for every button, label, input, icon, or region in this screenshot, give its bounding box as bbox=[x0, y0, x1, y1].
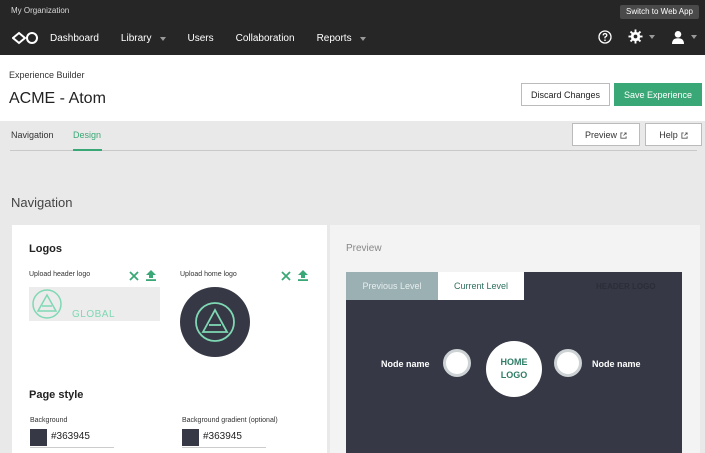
external-link-icon bbox=[681, 131, 688, 139]
switch-to-web-app-button[interactable]: Switch to Web App bbox=[620, 5, 699, 19]
node-name-right: Node name bbox=[592, 359, 641, 369]
help-icon bbox=[598, 29, 612, 44]
gradient-input-underline bbox=[182, 447, 266, 448]
node-left[interactable] bbox=[443, 349, 471, 377]
user-icon bbox=[672, 30, 684, 44]
atom-logo-icon bbox=[195, 302, 235, 342]
organization-name: My Organization bbox=[11, 6, 70, 15]
design-settings-card: Logos Upload header logo GLOBAL Upload h… bbox=[12, 225, 327, 453]
chevron-down-icon bbox=[159, 37, 166, 41]
background-color-input[interactable]: #363945 bbox=[51, 431, 90, 442]
tab-design[interactable]: Design bbox=[73, 130, 101, 140]
nav-item-users[interactable]: Users bbox=[188, 31, 214, 47]
settings-button[interactable] bbox=[628, 29, 655, 44]
header-logo-placeholder: HEADER LOGO bbox=[596, 282, 656, 291]
page-style-heading: Page style bbox=[29, 389, 84, 401]
background-color-swatch[interactable] bbox=[30, 429, 47, 446]
brand-logo-icon[interactable] bbox=[12, 31, 40, 45]
node-right[interactable] bbox=[554, 349, 582, 377]
node-name-left: Node name bbox=[381, 359, 430, 369]
nav-item-dashboard[interactable]: Dashboard bbox=[50, 31, 99, 47]
tab-divider bbox=[10, 150, 697, 151]
logos-heading: Logos bbox=[29, 243, 62, 255]
section-title: Navigation bbox=[11, 195, 73, 210]
gradient-color-input[interactable]: #363945 bbox=[203, 431, 242, 442]
tab-bar: Navigation Design Preview Help bbox=[0, 121, 705, 152]
gear-icon bbox=[628, 29, 643, 44]
atom-logo-icon bbox=[32, 289, 62, 319]
save-experience-button[interactable]: Save Experience bbox=[614, 83, 702, 106]
page-title: ACME - Atom bbox=[9, 90, 106, 107]
chevron-down-icon bbox=[691, 34, 697, 39]
external-link-icon bbox=[620, 131, 627, 139]
active-tab-indicator bbox=[73, 149, 102, 151]
preview-heading: Preview bbox=[346, 243, 382, 254]
nav-item-library[interactable]: Library bbox=[121, 31, 166, 47]
previous-level-tab[interactable]: Previous Level bbox=[346, 272, 438, 300]
remove-home-logo-icon[interactable] bbox=[281, 271, 291, 281]
header-logo-preview[interactable]: GLOBAL bbox=[29, 287, 160, 321]
breadcrumb: Experience Builder bbox=[9, 70, 85, 80]
background-gradient-label: Background gradient (optional) bbox=[182, 417, 278, 424]
main-nav: Dashboard Library Users Collaboration Re… bbox=[50, 31, 388, 47]
nav-item-reports[interactable]: Reports bbox=[317, 31, 366, 47]
page-header: Experience Builder ACME - Atom Discard C… bbox=[0, 55, 705, 121]
help-page-button[interactable]: Help bbox=[645, 123, 702, 146]
current-level-tab[interactable]: Current Level bbox=[438, 272, 524, 300]
home-logo-node[interactable]: HOME LOGO bbox=[486, 341, 542, 397]
upload-home-logo-icon[interactable] bbox=[298, 270, 308, 281]
upload-home-logo-label: Upload home logo bbox=[180, 271, 237, 278]
chevron-down-icon bbox=[649, 34, 655, 39]
upload-header-logo-icon[interactable] bbox=[146, 270, 156, 281]
header-logo-text: GLOBAL bbox=[72, 309, 116, 320]
tab-navigation[interactable]: Navigation bbox=[11, 130, 54, 140]
discard-changes-button[interactable]: Discard Changes bbox=[521, 83, 610, 106]
gradient-color-swatch[interactable] bbox=[182, 429, 199, 446]
background-label: Background bbox=[30, 417, 68, 424]
preview-card: Preview Previous Level Current Level HEA… bbox=[330, 225, 700, 453]
preview-button[interactable]: Preview bbox=[572, 123, 640, 146]
top-icons bbox=[582, 29, 697, 44]
nav-item-collaboration[interactable]: Collaboration bbox=[236, 31, 295, 47]
home-logo-preview[interactable] bbox=[180, 287, 250, 357]
top-bar: My Organization Switch to Web App Dashbo… bbox=[0, 0, 705, 55]
remove-header-logo-icon[interactable] bbox=[129, 271, 139, 281]
chevron-down-icon bbox=[359, 37, 366, 41]
upload-header-logo-label: Upload header logo bbox=[29, 271, 91, 278]
background-input-underline bbox=[30, 447, 114, 448]
user-menu-button[interactable] bbox=[671, 30, 697, 44]
preview-canvas: Previous Level Current Level HEADER LOGO… bbox=[346, 272, 682, 453]
help-button[interactable] bbox=[598, 29, 612, 44]
